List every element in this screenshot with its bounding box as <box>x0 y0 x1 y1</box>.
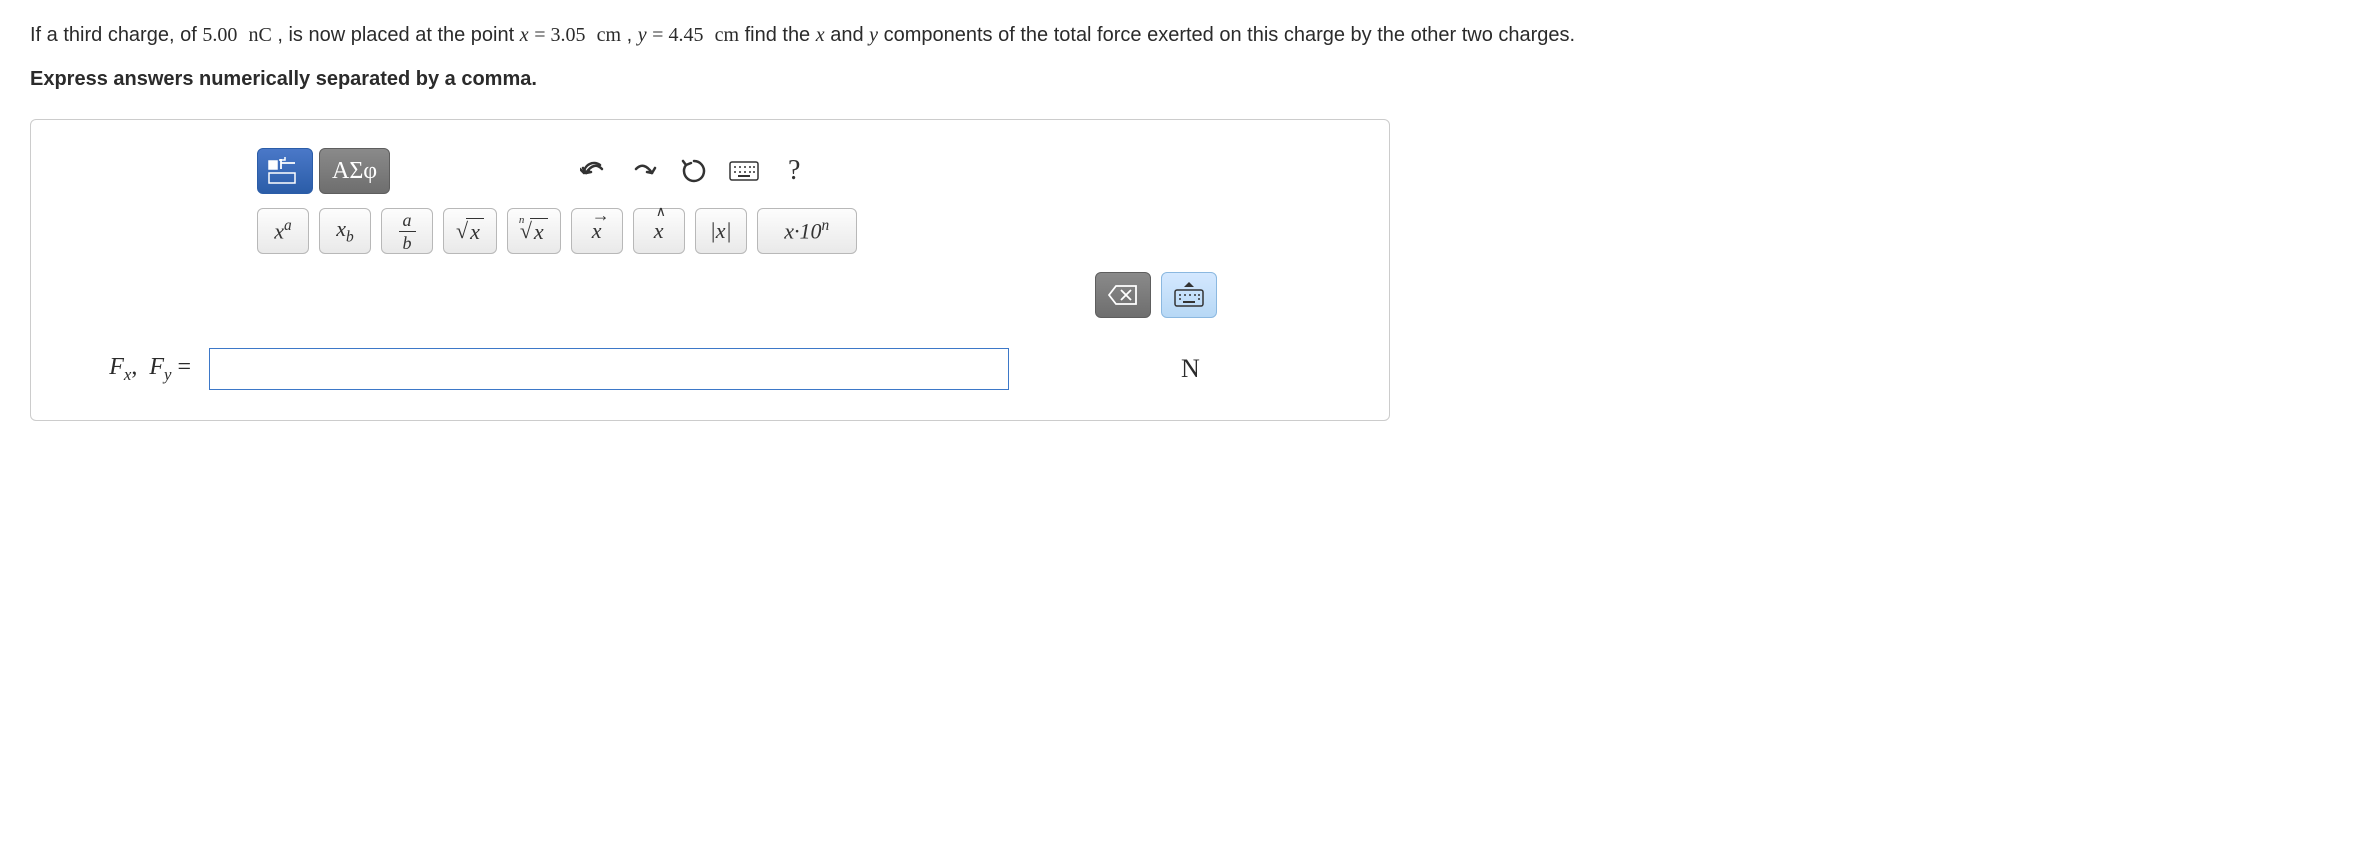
hat-arg: x <box>654 218 664 243</box>
keyboard-toggle-button[interactable] <box>1161 272 1217 318</box>
templates-icon <box>267 157 303 185</box>
q-and: and <box>830 24 869 46</box>
fx-label: F <box>109 354 124 380</box>
nroot-arg: x <box>530 218 548 245</box>
sub-base: x <box>336 216 346 241</box>
superscript-button[interactable]: xa <box>257 208 309 254</box>
unit-vector-button[interactable]: ∧ x <box>633 208 685 254</box>
frac-den: b <box>403 232 412 252</box>
q-prefix: If a third charge, of <box>30 24 202 46</box>
toolbar-area: ΑΣφ <box>257 148 1217 318</box>
sup-exp: a <box>284 217 292 234</box>
sub-sub: b <box>346 228 354 245</box>
fy-sub: y <box>164 364 171 383</box>
abs-label: |x| <box>710 218 732 244</box>
sqrt-button[interactable]: √x <box>443 208 497 254</box>
q-yvar: y <box>638 24 647 46</box>
redo-button[interactable] <box>622 151 666 191</box>
nth-root-button[interactable]: n√x <box>507 208 561 254</box>
reset-button[interactable] <box>672 151 716 191</box>
toolbar-top: ΑΣφ <box>257 148 1217 194</box>
sci-exp: n <box>821 217 829 234</box>
greek-letters-button[interactable]: ΑΣφ <box>319 148 390 194</box>
keyboard-toggle-icon <box>1174 282 1204 308</box>
undo-button[interactable] <box>572 151 616 191</box>
q-mid2: find the <box>745 24 816 46</box>
q-charge-unit: nC <box>248 24 271 46</box>
q-sep: , <box>627 24 638 46</box>
nroot-n: n <box>519 214 525 226</box>
answer-instruction: Express answers numerically separated by… <box>30 68 2349 91</box>
reset-icon <box>681 158 707 184</box>
templates-button[interactable] <box>257 148 313 194</box>
keyboard-button[interactable] <box>722 151 766 191</box>
redo-icon <box>630 159 658 183</box>
q-yvar2: y <box>869 24 878 46</box>
q-yval: 4.45 <box>668 24 703 46</box>
fy-label: F <box>149 354 164 380</box>
question-text: If a third charge, of 5.00 nC , is now p… <box>30 20 2349 50</box>
equals-sign: = <box>177 354 191 380</box>
q-xunit: cm <box>597 24 621 46</box>
sup-base: x <box>274 219 284 244</box>
answer-input[interactable] <box>209 348 1009 390</box>
backspace-icon <box>1108 284 1138 306</box>
q-mid1: , is now placed at the point <box>277 24 519 46</box>
sqrt-arg: x <box>466 218 484 245</box>
q-suffix: components of the total force exerted on… <box>884 24 1576 46</box>
greek-label: ΑΣφ <box>332 158 377 185</box>
frac-num: a <box>399 211 416 232</box>
answer-unit: N <box>1181 354 1200 384</box>
answer-label: Fx, Fy = <box>57 354 197 385</box>
help-button[interactable]: ? <box>772 151 816 191</box>
q-xval: 3.05 <box>550 24 585 46</box>
subscript-button[interactable]: xb <box>319 208 371 254</box>
answer-box: ΑΣφ <box>30 119 1390 421</box>
keyboard-icon <box>729 161 759 181</box>
sci-base: x·10 <box>784 219 821 244</box>
absolute-value-button[interactable]: |x| <box>695 208 747 254</box>
q-yunit: cm <box>715 24 739 46</box>
vector-button[interactable]: → x <box>571 208 623 254</box>
scientific-notation-button[interactable]: x·10n <box>757 208 857 254</box>
q-charge-val: 5.00 <box>202 24 237 46</box>
toolbar-bottom <box>257 272 1217 318</box>
fraction-button[interactable]: a b <box>381 208 433 254</box>
toolbar-mid: xa xb a b √x n√x → x <box>257 208 1217 254</box>
q-xvar: x <box>520 24 529 46</box>
q-eq1: = <box>534 24 550 46</box>
label-comma: , <box>131 354 143 380</box>
q-xvar2: x <box>816 24 825 46</box>
answer-row: Fx, Fy = N <box>57 348 1363 390</box>
undo-icon <box>580 159 608 183</box>
backspace-button[interactable] <box>1095 272 1151 318</box>
q-eq2: = <box>652 24 668 46</box>
